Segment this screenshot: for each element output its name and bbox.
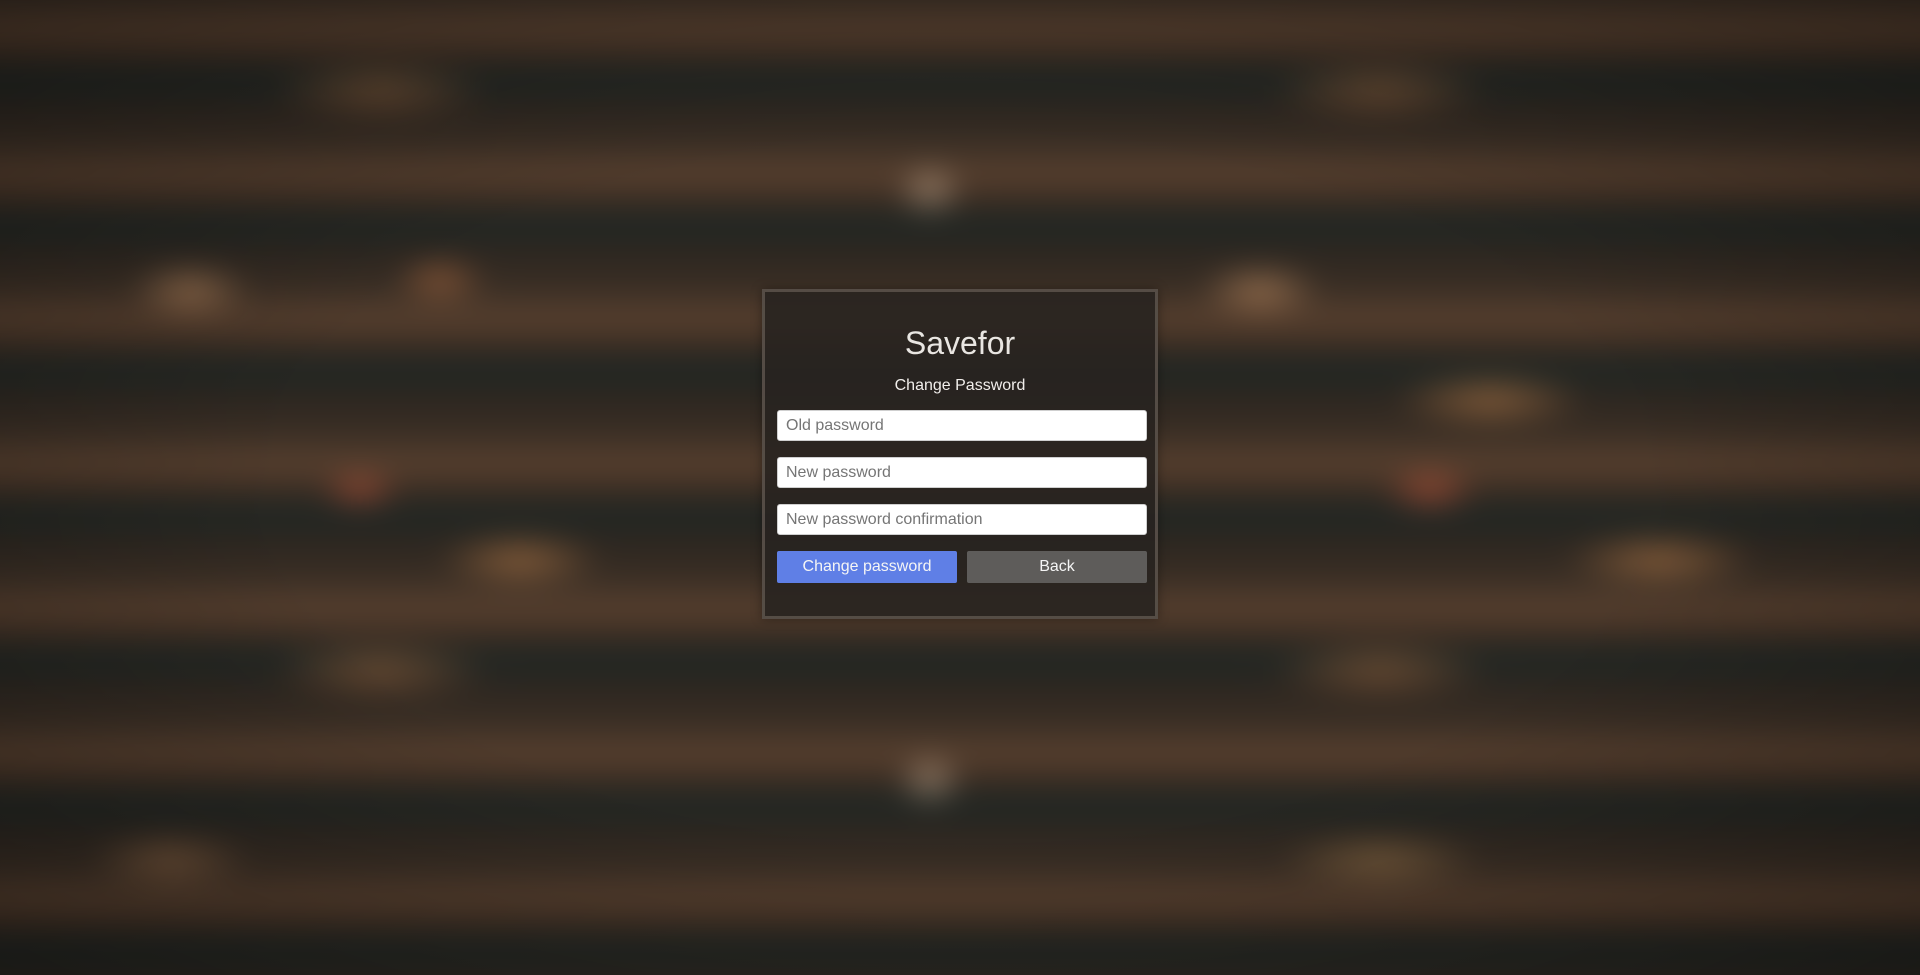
new-password-confirmation-input[interactable] — [777, 504, 1147, 535]
back-button[interactable]: Back — [967, 551, 1147, 583]
form-heading: Change Password — [894, 377, 1026, 394]
app-title: Savefor — [904, 325, 1016, 361]
form-actions: Change password Back — [777, 551, 1147, 583]
change-password-card: Savefor Change Password Change password … — [762, 289, 1158, 619]
old-password-input[interactable] — [777, 410, 1147, 441]
change-password-button[interactable]: Change password — [777, 551, 957, 583]
new-password-input[interactable] — [777, 457, 1147, 488]
